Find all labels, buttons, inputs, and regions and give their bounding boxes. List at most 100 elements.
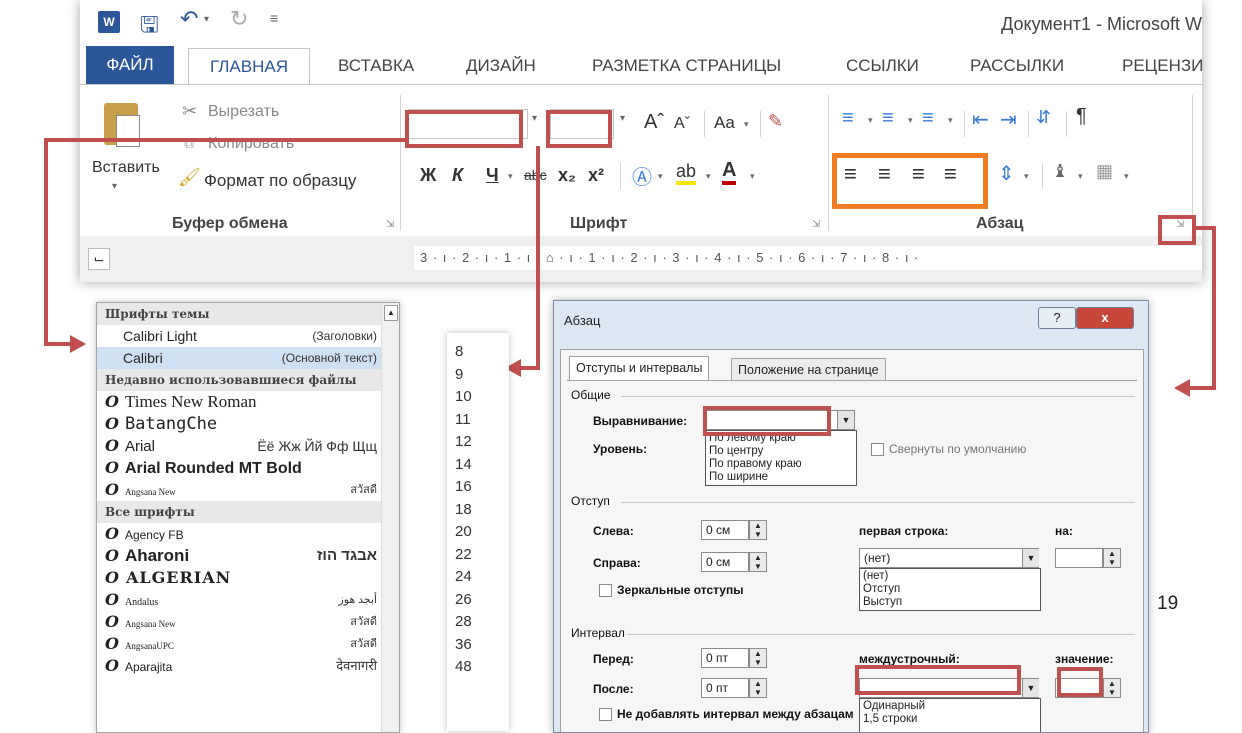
size-item[interactable]: 12: [447, 431, 509, 454]
customize-icon[interactable]: ≡: [270, 10, 278, 26]
font-color-icon[interactable]: A: [722, 159, 737, 185]
multilevel-dropdown-icon[interactable]: ▾: [948, 115, 953, 126]
underline-button[interactable]: Ч: [486, 165, 499, 186]
paste-button[interactable]: Вставить: [92, 159, 160, 177]
increase-indent-icon[interactable]: ⇥: [1000, 107, 1017, 132]
font-item[interactable]: O Aharoni אבגד הוז: [97, 545, 399, 567]
collapsed-checkbox[interactable]: [871, 443, 884, 456]
font-item[interactable]: O Angsana New สวัสดี: [97, 479, 399, 501]
close-button[interactable]: x: [1076, 307, 1134, 329]
font-color-dropdown-icon[interactable]: ▾: [750, 171, 755, 182]
ruler-scale[interactable]: 3 · ı · 2 · ı · 1 · ı · ⌂ · ı · 1 · ı · …: [414, 246, 1202, 270]
show-formatting-icon[interactable]: ¶: [1076, 105, 1087, 128]
right-indent-spinner-icon[interactable]: ▲ ▼: [749, 552, 767, 572]
font-item[interactable]: O Agency FB: [97, 523, 399, 545]
chevron-down-icon[interactable]: ▼: [1022, 679, 1039, 697]
size-item[interactable]: 10: [447, 386, 509, 409]
highlight-dropdown-icon[interactable]: ▾: [706, 171, 711, 182]
shading-icon[interactable]: ♝: [1052, 161, 1068, 182]
tab-mailings[interactable]: РАССЫЛКИ: [970, 48, 1064, 84]
chevron-down-icon[interactable]: ▼: [1022, 549, 1039, 567]
font-item[interactable]: O Arial Ёё Жж Йй Фф Щщ: [97, 435, 399, 457]
shading-dropdown-icon[interactable]: ▾: [1078, 171, 1083, 182]
paste-dropdown-icon[interactable]: ▾: [112, 181, 117, 192]
sort-icon[interactable]: ⇵: [1036, 107, 1051, 128]
scissors-icon[interactable]: ✂: [182, 101, 197, 122]
line-spacing-option[interactable]: Одинарный: [863, 700, 1037, 713]
value-spinner-icon[interactable]: ▲ ▼: [1103, 678, 1121, 698]
size-item[interactable]: 26: [447, 589, 509, 612]
after-input[interactable]: 0 пт: [701, 678, 749, 698]
before-spinner-icon[interactable]: ▲ ▼: [749, 648, 767, 668]
tab-home[interactable]: ГЛАВНАЯ: [188, 48, 310, 87]
grow-font-icon[interactable]: Aˆ: [644, 111, 664, 134]
clipboard-launcher-icon[interactable]: ⇲: [386, 219, 394, 230]
by-input[interactable]: [1055, 548, 1103, 568]
scroll-up-icon[interactable]: ▲: [384, 305, 398, 321]
font-item[interactable]: O Angsana New สวัสดี: [97, 611, 399, 633]
line-spacing-icon[interactable]: ⇕: [998, 161, 1015, 186]
tab-insert[interactable]: ВСТАВКА: [338, 48, 414, 84]
text-effects-icon[interactable]: Ⓐ: [632, 161, 652, 190]
first-line-option[interactable]: (нет): [863, 570, 1037, 583]
size-item[interactable]: 24: [447, 566, 509, 589]
tab-design[interactable]: ДИЗАЙН: [466, 48, 536, 84]
line-spacing-option[interactable]: 1,5 строки: [863, 713, 1037, 726]
font-item[interactable]: O Arial Rounded MT Bold: [97, 457, 399, 479]
tab-indents-spacing[interactable]: Отступы и интервалы: [569, 356, 710, 381]
font-launcher-icon[interactable]: ⇲: [812, 219, 820, 230]
first-line-select[interactable]: (нет): [859, 548, 1039, 568]
alignment-option[interactable]: По ширине: [709, 471, 853, 484]
decrease-indent-icon[interactable]: ⇤: [972, 107, 989, 132]
chevron-down-icon[interactable]: ▼: [837, 411, 854, 429]
size-item[interactable]: 22: [447, 544, 509, 567]
size-item[interactable]: 11: [447, 409, 509, 432]
alignment-option[interactable]: По правому краю: [709, 458, 853, 471]
after-spinner-icon[interactable]: ▲ ▼: [749, 678, 767, 698]
superscript-button[interactable]: x²: [588, 165, 604, 186]
size-item[interactable]: 36: [447, 634, 509, 657]
clear-formatting-icon[interactable]: ✎: [768, 111, 783, 132]
numbering-dropdown-icon[interactable]: ▾: [908, 115, 913, 126]
cut-button[interactable]: Вырезать: [208, 103, 279, 121]
tab-selector-icon[interactable]: ⌙: [88, 248, 110, 270]
subscript-button[interactable]: x₂: [558, 165, 576, 186]
left-indent-input[interactable]: 0 см: [701, 520, 749, 540]
borders-dropdown-icon[interactable]: ▾: [1124, 171, 1129, 182]
multilevel-list-icon[interactable]: ≡: [922, 107, 934, 130]
numbering-icon[interactable]: ≡: [882, 107, 894, 130]
bullets-icon[interactable]: ≡: [842, 107, 854, 130]
italic-button[interactable]: К: [452, 165, 463, 186]
underline-dropdown-icon[interactable]: ▾: [508, 171, 513, 182]
font-name-dropdown-icon[interactable]: ▾: [532, 113, 537, 124]
case-dropdown-icon[interactable]: ▾: [744, 119, 749, 130]
font-item[interactable]: O BatangChe: [97, 413, 399, 435]
bullets-dropdown-icon[interactable]: ▾: [868, 115, 873, 126]
undo-icon[interactable]: ↶: [180, 6, 198, 32]
text-effects-dropdown-icon[interactable]: ▾: [658, 171, 663, 182]
alignment-option[interactable]: По центру: [709, 445, 853, 458]
scrollbar[interactable]: ▲: [381, 303, 399, 732]
size-item[interactable]: 28: [447, 611, 509, 634]
left-indent-spinner-icon[interactable]: ▲ ▼: [749, 520, 767, 540]
bold-button[interactable]: Ж: [420, 165, 436, 186]
font-item-selected[interactable]: Calibri (Основной текст): [97, 347, 399, 369]
tab-review[interactable]: РЕЦЕНЗИ: [1122, 48, 1202, 84]
borders-icon[interactable]: ▦: [1096, 161, 1113, 182]
font-item[interactable]: O Andalus أبجد هوز: [97, 589, 399, 611]
tab-line-page-breaks[interactable]: Положение на странице: [731, 358, 886, 381]
before-input[interactable]: 0 пт: [701, 648, 749, 668]
tab-references[interactable]: ССЫЛКИ: [846, 48, 919, 84]
change-case-button[interactable]: Aa: [714, 113, 735, 133]
format-painter-button[interactable]: Формат по образцу: [204, 171, 356, 191]
font-item[interactable]: O Times New Roman: [97, 391, 399, 413]
first-line-option[interactable]: Выступ: [863, 596, 1037, 609]
format-painter-icon[interactable]: 🖌: [178, 167, 201, 188]
size-item[interactable]: 20: [447, 521, 509, 544]
tab-file[interactable]: ФАЙЛ: [86, 46, 174, 84]
shrink-font-icon[interactable]: Aˇ: [674, 115, 690, 133]
size-item[interactable]: 16: [447, 476, 509, 499]
redo-icon[interactable]: ↻: [230, 6, 248, 32]
no-space-checkbox[interactable]: [599, 708, 612, 721]
font-item[interactable]: Calibri Light (Заголовки): [97, 325, 399, 347]
